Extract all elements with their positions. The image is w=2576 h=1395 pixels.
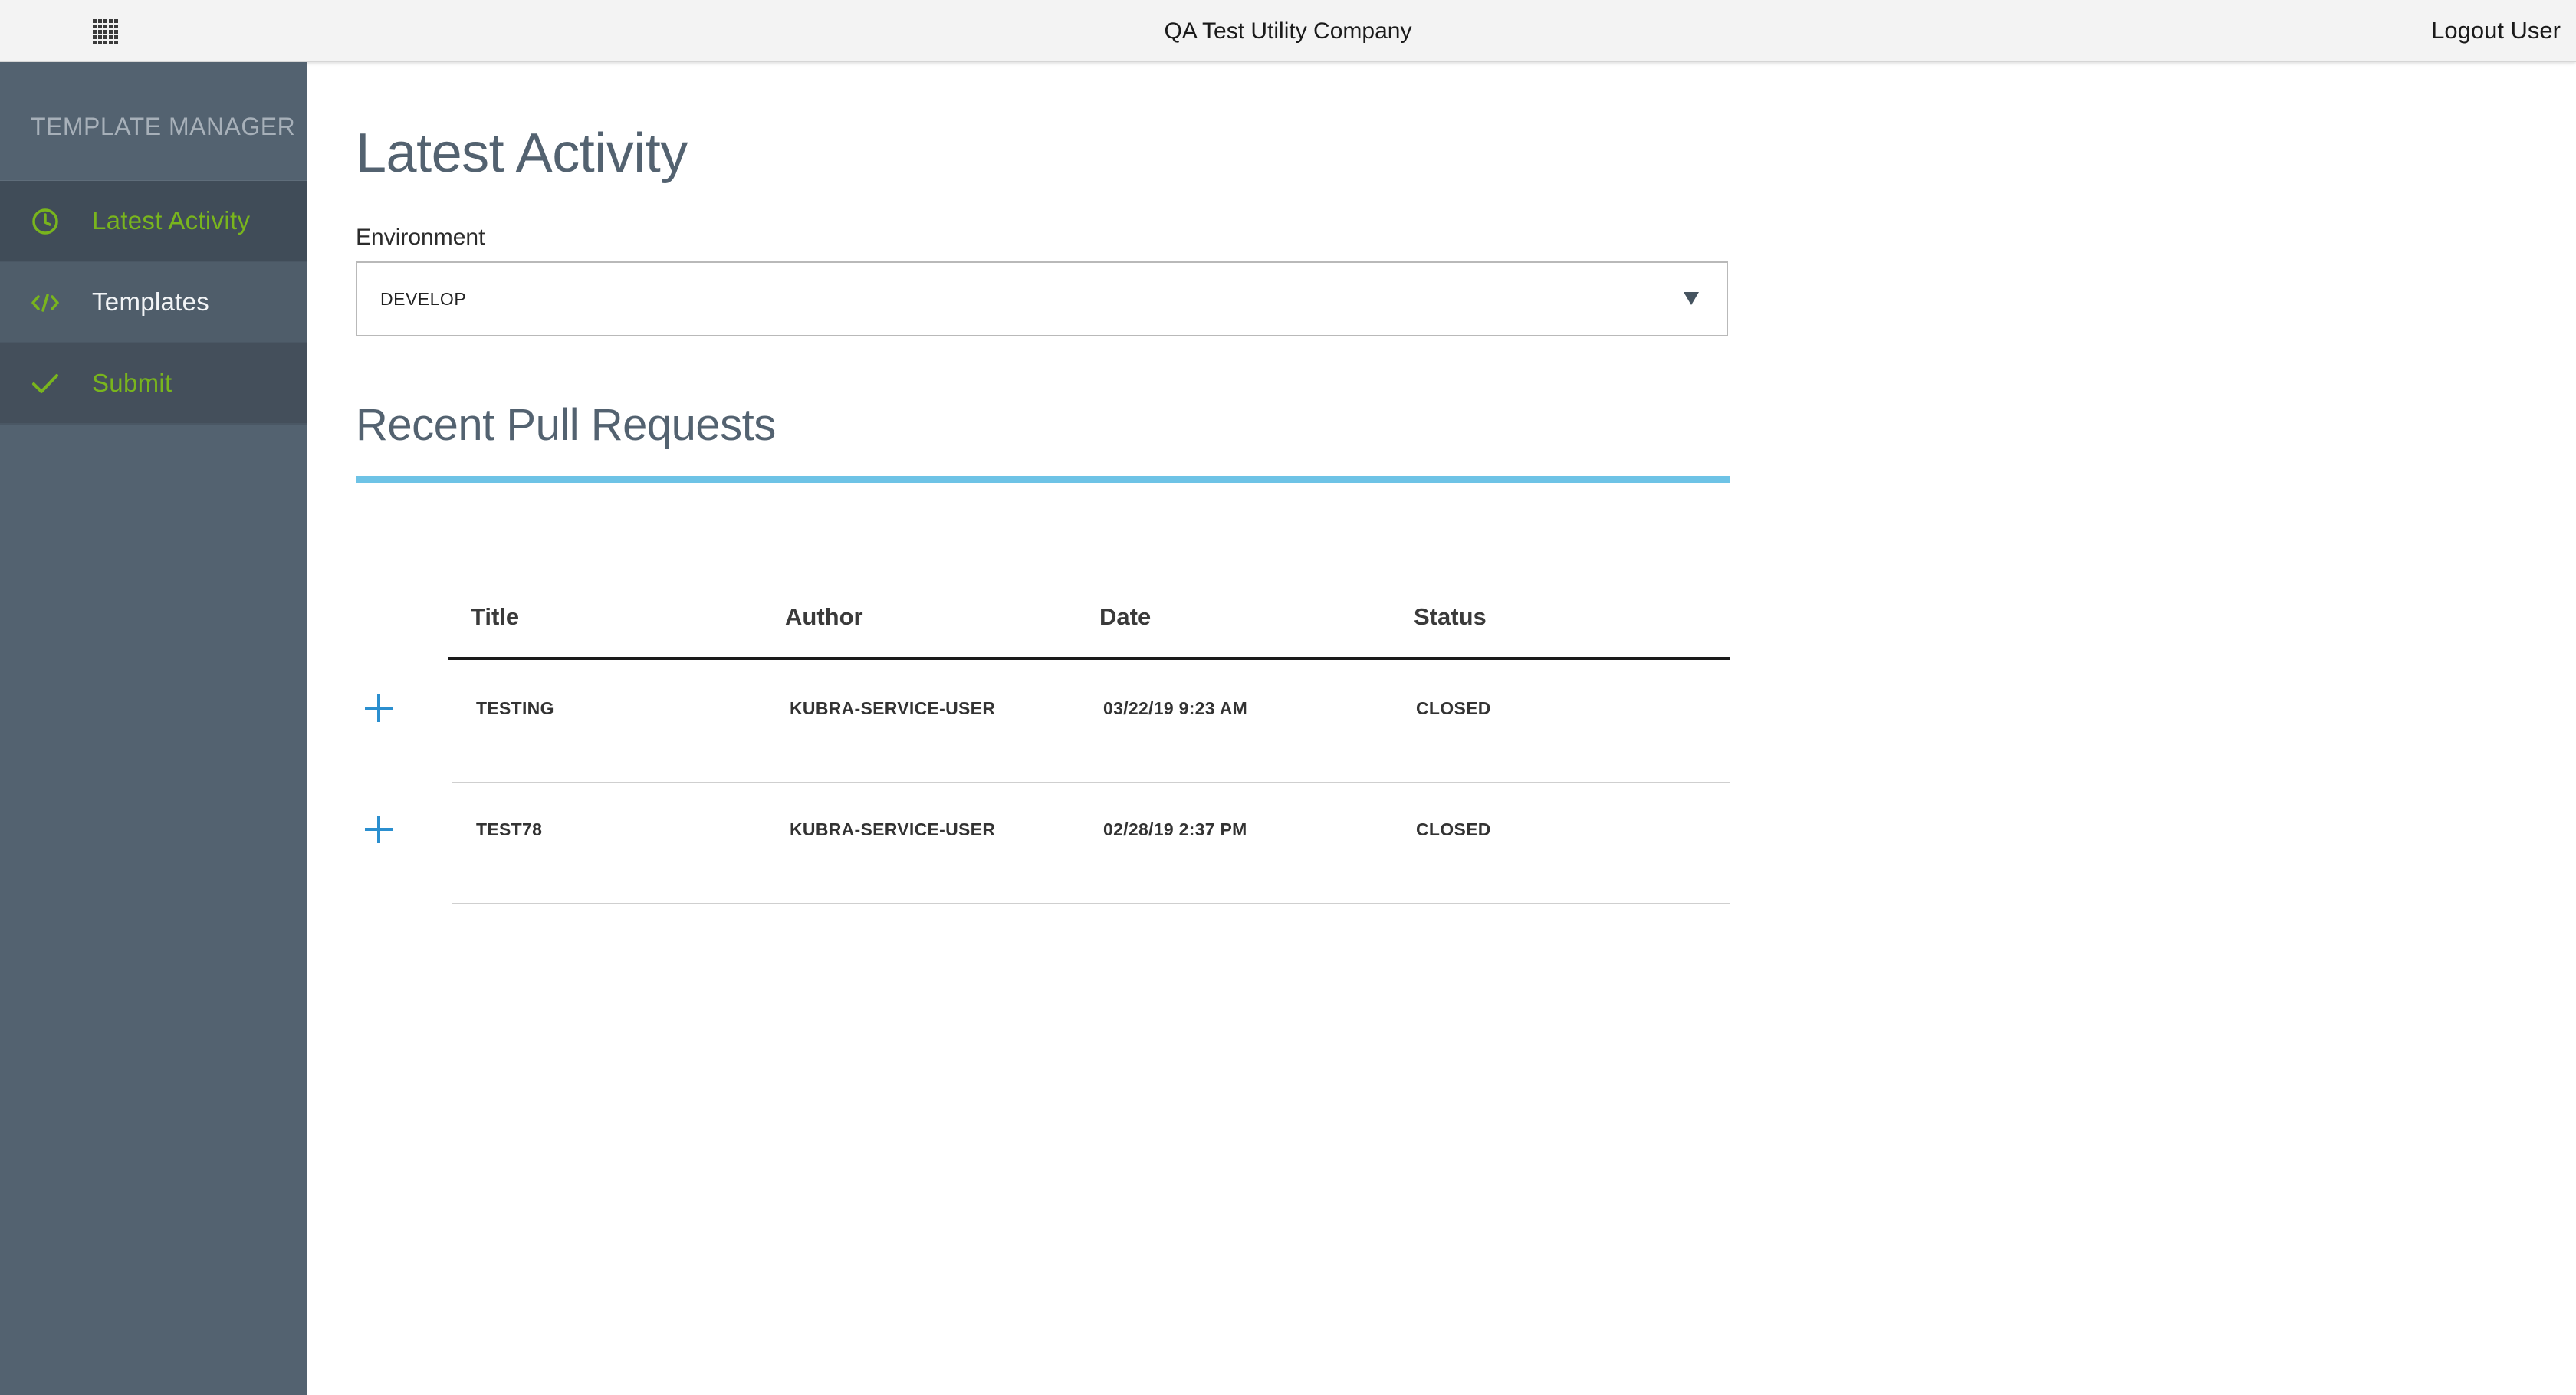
table-row: TESTING KUBRA-SERVICE-USER 03/22/19 9:23… <box>356 662 1730 783</box>
column-header-date[interactable]: Date <box>1099 603 1151 631</box>
column-header-author[interactable]: Author <box>785 603 863 631</box>
sidebar-title: TEMPLATE MANAGER <box>0 62 307 181</box>
column-header-title[interactable]: Title <box>471 603 519 631</box>
sidebar-item-label: Latest Activity <box>92 206 251 235</box>
top-bar: QA Test Utility Company Logout User <box>0 0 2576 62</box>
cell-title: TEST78 <box>476 819 543 839</box>
sidebar-item-submit[interactable]: Submit <box>0 343 307 425</box>
sidebar-item-label: Templates <box>92 287 210 316</box>
code-icon <box>31 294 59 312</box>
dropdown-arrow-icon <box>1684 292 1699 305</box>
cell-status: CLOSED <box>1416 698 1491 718</box>
table-header: Title Author Date Status <box>448 545 1730 660</box>
column-header-status[interactable]: Status <box>1414 603 1487 631</box>
check-icon <box>32 374 58 393</box>
expand-plus-icon[interactable] <box>365 694 393 722</box>
cell-author: KUBRA-SERVICE-USER <box>790 698 996 718</box>
sidebar-item-templates[interactable]: Templates <box>0 262 307 343</box>
section-title: Recent Pull Requests <box>356 400 776 450</box>
logout-link[interactable]: Logout User <box>2431 17 2561 44</box>
sidebar-item-label: Submit <box>92 369 172 397</box>
table-row: TEST78 KUBRA-SERVICE-USER 02/28/19 2:37 … <box>356 783 1730 904</box>
cell-title: TESTING <box>476 698 554 718</box>
cell-date: 02/28/19 2:37 PM <box>1103 819 1247 839</box>
expand-plus-icon[interactable] <box>365 816 393 843</box>
row-divider <box>452 903 1730 904</box>
cell-date: 03/22/19 9:23 AM <box>1103 698 1248 718</box>
environment-label: Environment <box>356 225 485 250</box>
clock-icon <box>32 208 58 235</box>
section-divider <box>356 476 1730 483</box>
cell-author: KUBRA-SERVICE-USER <box>790 819 996 839</box>
page-title: Latest Activity <box>356 123 688 184</box>
cell-status: CLOSED <box>1416 819 1491 839</box>
company-name: QA Test Utility Company <box>1164 18 1412 44</box>
environment-select[interactable]: DEVELOP <box>356 261 1728 336</box>
sidebar: TEMPLATE MANAGER Latest Activity Templat… <box>0 62 307 1395</box>
environment-selected-value: DEVELOP <box>380 289 467 309</box>
sidebar-item-latest-activity[interactable]: Latest Activity <box>0 181 307 262</box>
